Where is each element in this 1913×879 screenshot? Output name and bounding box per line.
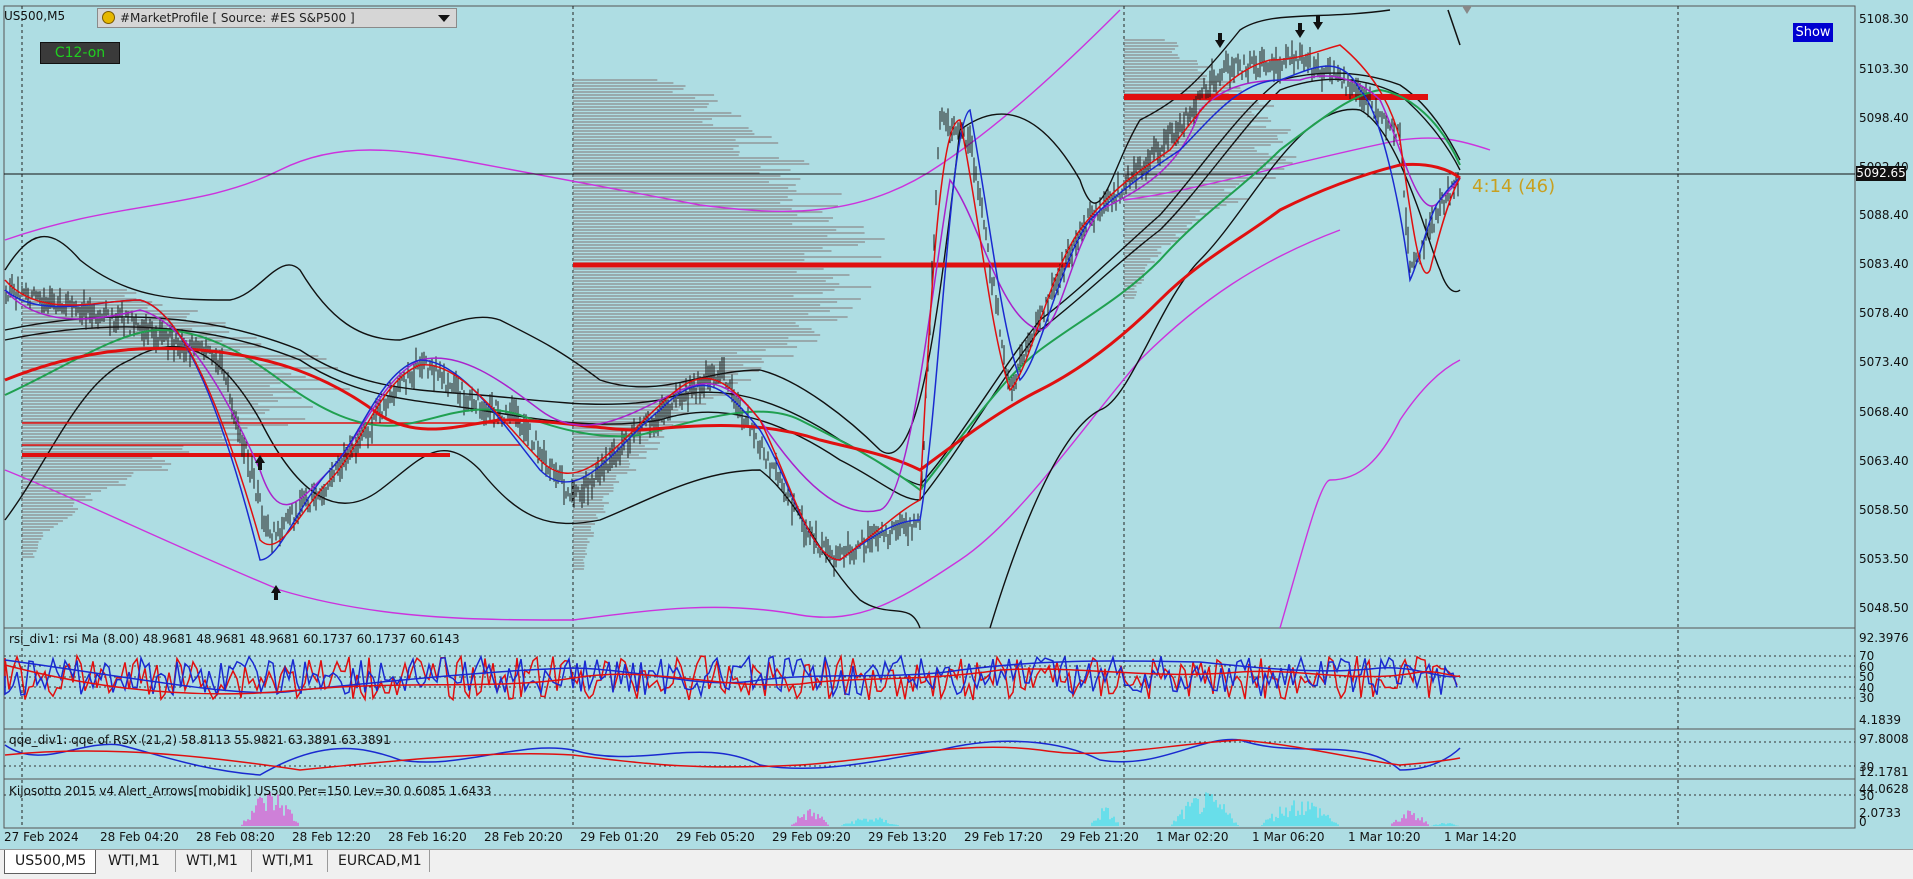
arrow-down-icon bbox=[1215, 33, 1225, 48]
time-tick: 1 Mar 14:20 bbox=[1444, 830, 1517, 844]
bar-timer-label: 4:14 (46) bbox=[1472, 176, 1556, 197]
market-profile-dropdown[interactable]: #MarketProfile [ Source: #ES S&P500 ] bbox=[97, 8, 457, 28]
time-tick: 29 Feb 13:20 bbox=[868, 830, 947, 844]
chevron-down-icon[interactable] bbox=[438, 15, 450, 22]
qqe-scale-tick: 12.1781 bbox=[1859, 765, 1909, 779]
arrow-down-icon bbox=[1313, 15, 1323, 30]
bollinger-bands bbox=[4, 9, 1491, 629]
rsi-lines bbox=[4, 653, 1461, 702]
time-tick: 28 Feb 16:20 bbox=[388, 830, 467, 844]
tab-wti-m1[interactable]: WTI,M1 bbox=[98, 850, 176, 872]
show-button[interactable]: Show bbox=[1793, 23, 1833, 42]
price-tick: 5088.40 bbox=[1859, 208, 1909, 222]
c12-toggle-button[interactable]: C12-on bbox=[40, 42, 120, 64]
time-tick: 29 Feb 01:20 bbox=[580, 830, 659, 844]
symbol-label: US500,M5 bbox=[4, 9, 66, 23]
chart-shift-marker[interactable] bbox=[1462, 6, 1472, 14]
chart-canvas[interactable] bbox=[0, 0, 1913, 849]
chart-tab-bar: US500,M5 WTI,M1 WTI,M1 WTI,M1 EURCAD,M1 bbox=[0, 849, 1913, 879]
time-tick: 1 Mar 06:20 bbox=[1252, 830, 1325, 844]
time-tick: 29 Feb 09:20 bbox=[772, 830, 851, 844]
indicator-icon bbox=[102, 11, 115, 24]
time-tick: 28 Feb 08:20 bbox=[196, 830, 275, 844]
arrow-up-icon bbox=[255, 455, 265, 470]
trend-line-fragment bbox=[1447, 9, 1461, 46]
kiss-scale-tick: 0 bbox=[1859, 815, 1867, 829]
price-tick: 5103.30 bbox=[1859, 62, 1909, 76]
price-tick: 5063.40 bbox=[1859, 454, 1909, 468]
price-tick: 5073.40 bbox=[1859, 355, 1909, 369]
price-tick: 5068.40 bbox=[1859, 405, 1909, 419]
time-tick: 29 Feb 17:20 bbox=[964, 830, 1043, 844]
tab-us500-m5[interactable]: US500,M5 bbox=[4, 850, 96, 874]
price-tick: 5078.40 bbox=[1859, 306, 1909, 320]
day-separators bbox=[21, 6, 1679, 828]
rsi-scale-tick: 4.1839 bbox=[1859, 713, 1901, 727]
indicator-label: #MarketProfile [ Source: #ES S&P500 ] bbox=[120, 11, 355, 25]
tab-eurcad-m1[interactable]: EURCAD,M1 bbox=[328, 850, 430, 872]
price-tick: 5098.40 bbox=[1859, 111, 1909, 125]
qqe-pane-label: qqe_div1: qqe of RSX (21,2) 58.8113 55.9… bbox=[9, 733, 391, 747]
time-tick: 29 Feb 21:20 bbox=[1060, 830, 1139, 844]
time-tick: 1 Mar 10:20 bbox=[1348, 830, 1421, 844]
trading-terminal: US500,M5 #MarketProfile [ Source: #ES S&… bbox=[0, 0, 1913, 879]
time-tick: 28 Feb 12:20 bbox=[292, 830, 371, 844]
kiss-pane-label: Kijosotto 2015 v4 Alert_Arrows[mobidik] … bbox=[9, 784, 492, 798]
time-tick: 28 Feb 20:20 bbox=[484, 830, 563, 844]
price-tick: 5058.50 bbox=[1859, 503, 1909, 517]
inner-band-lower-2 bbox=[1279, 359, 1461, 629]
arrow-down-icon bbox=[1295, 23, 1305, 38]
tab-wti-m1[interactable]: WTI,M1 bbox=[252, 850, 328, 872]
time-tick: 27 Feb 2024 bbox=[4, 830, 79, 844]
time-tick: 1 Mar 02:20 bbox=[1156, 830, 1229, 844]
rsi-pane-label: rsi_div1: rsi Ma (8.00) 48.9681 48.9681 … bbox=[9, 632, 460, 646]
price-tick: 5108.30 bbox=[1859, 12, 1909, 26]
time-tick: 29 Feb 05:20 bbox=[676, 830, 755, 844]
rsi-scale-tick: 30 bbox=[1859, 691, 1875, 705]
outer-band-upper bbox=[4, 9, 1121, 241]
time-tick: 28 Feb 04:20 bbox=[100, 830, 179, 844]
kiss-scale-tick: 30 bbox=[1859, 789, 1875, 803]
qqe-scale-tick: 97.8008 bbox=[1859, 732, 1909, 746]
price-tick: 5048.50 bbox=[1859, 601, 1909, 615]
price-tick: 5053.50 bbox=[1859, 552, 1909, 566]
price-tick: 5083.40 bbox=[1859, 257, 1909, 271]
current-price-box: 5092.65 bbox=[1856, 166, 1906, 181]
rsi-scale-tick: 92.3976 bbox=[1859, 631, 1909, 645]
tab-wti-m1[interactable]: WTI,M1 bbox=[176, 850, 252, 872]
black-band-lower bbox=[4, 108, 1461, 629]
ma-magenta bbox=[4, 75, 1461, 513]
